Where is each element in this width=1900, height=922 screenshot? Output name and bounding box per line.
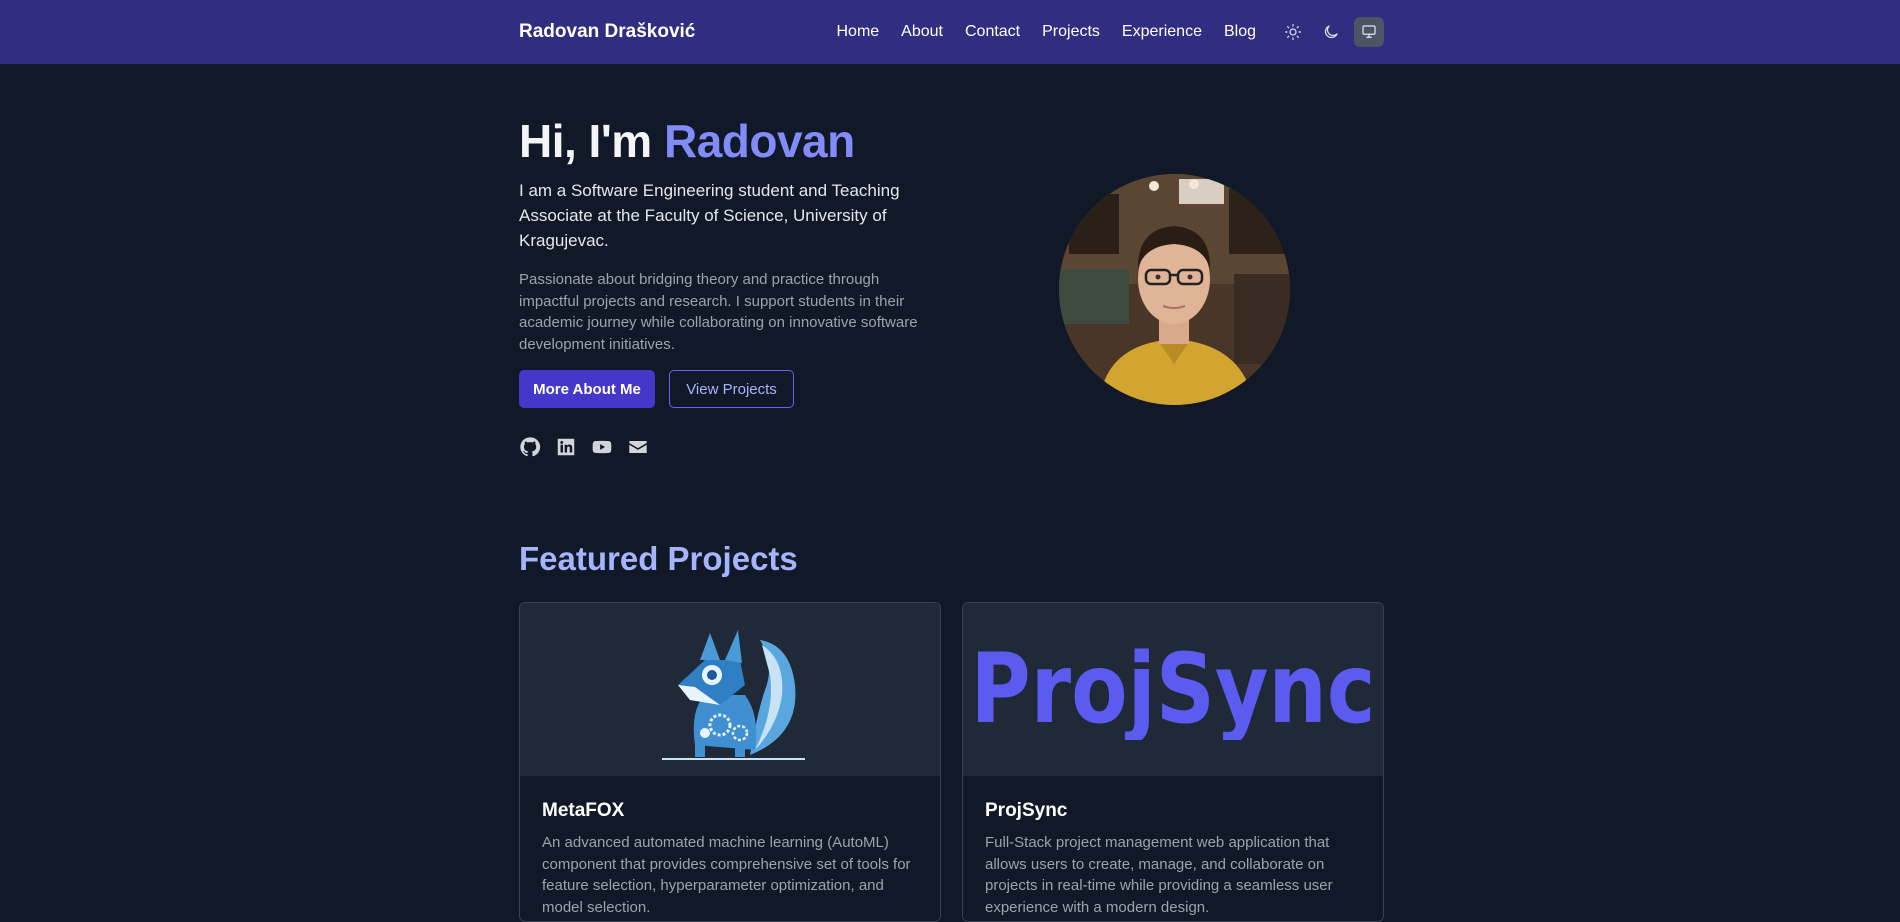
- moon-icon: [1324, 25, 1338, 39]
- nav-projects[interactable]: Projects: [1042, 23, 1100, 41]
- featured-projects-title: Featured Projects: [519, 540, 798, 577]
- social-links: [519, 436, 649, 458]
- project-image-metafox: [520, 603, 940, 776]
- system-theme-button[interactable]: [1354, 17, 1384, 47]
- project-title-metafox: MetaFOX: [542, 800, 625, 821]
- hero-name: Radovan: [663, 115, 855, 167]
- linkedin-icon: [557, 438, 575, 456]
- github-link[interactable]: [519, 436, 541, 458]
- profile-photo: [1059, 174, 1290, 405]
- project-image-projsync: ProjSync: [963, 603, 1383, 776]
- nav-experience[interactable]: Experience: [1122, 23, 1202, 41]
- card-body-projsync: ProjSync Full-Stack project management w…: [963, 776, 1383, 921]
- nav-links: Home About Contact Projects Experience B…: [836, 23, 1256, 41]
- hero-title: Hi, I'm Radovan: [519, 114, 855, 168]
- metafox-logo: [662, 629, 805, 760]
- card-body-metafox: MetaFOX An advanced automated machine le…: [520, 776, 940, 921]
- top-navbar: Radovan Drašković Home About Contact Pro…: [0, 0, 1900, 64]
- nav-contact[interactable]: Contact: [965, 23, 1020, 41]
- theme-switcher: [1278, 17, 1384, 47]
- mail-icon: [629, 441, 647, 453]
- hero-subtitle: I am a Software Engineering student and …: [519, 181, 900, 250]
- nav-blog[interactable]: Blog: [1224, 23, 1256, 41]
- hero-description: Passionate about bridging theory and pra…: [519, 271, 918, 353]
- project-description-projsync: Full-Stack project management web applic…: [985, 834, 1333, 916]
- brand-name[interactable]: Radovan Drašković: [519, 21, 695, 43]
- monitor-icon: [1362, 25, 1376, 38]
- dark-theme-button[interactable]: [1316, 17, 1346, 47]
- project-title-projsync: ProjSync: [985, 800, 1068, 821]
- project-card-projsync[interactable]: ProjSync ProjSync Full-Stack project man…: [962, 602, 1384, 922]
- email-link[interactable]: [627, 436, 649, 458]
- github-icon: [520, 437, 541, 457]
- youtube-link[interactable]: [591, 436, 613, 458]
- linkedin-link[interactable]: [555, 436, 577, 458]
- light-theme-button[interactable]: [1278, 17, 1308, 47]
- nav-right: Home About Contact Projects Experience B…: [836, 17, 1384, 47]
- more-about-me-button[interactable]: More About Me: [519, 370, 655, 408]
- nav-home[interactable]: Home: [836, 23, 879, 41]
- youtube-icon: [592, 440, 612, 454]
- projsync-logo-text: ProjSync: [971, 640, 1376, 740]
- project-description-metafox: An advanced automated machine learning (…: [542, 834, 911, 916]
- view-projects-button[interactable]: View Projects: [669, 370, 794, 408]
- sun-icon: [1284, 23, 1302, 41]
- navbar-container: Radovan Drašković Home About Contact Pro…: [519, 0, 1384, 64]
- project-card-metafox[interactable]: MetaFOX An advanced automated machine le…: [519, 602, 941, 922]
- nav-about[interactable]: About: [901, 23, 943, 41]
- hero-greeting: Hi, I'm: [519, 115, 664, 167]
- profile-photo-illustration: [1059, 174, 1290, 405]
- projsync-logo: ProjSync: [971, 640, 1376, 740]
